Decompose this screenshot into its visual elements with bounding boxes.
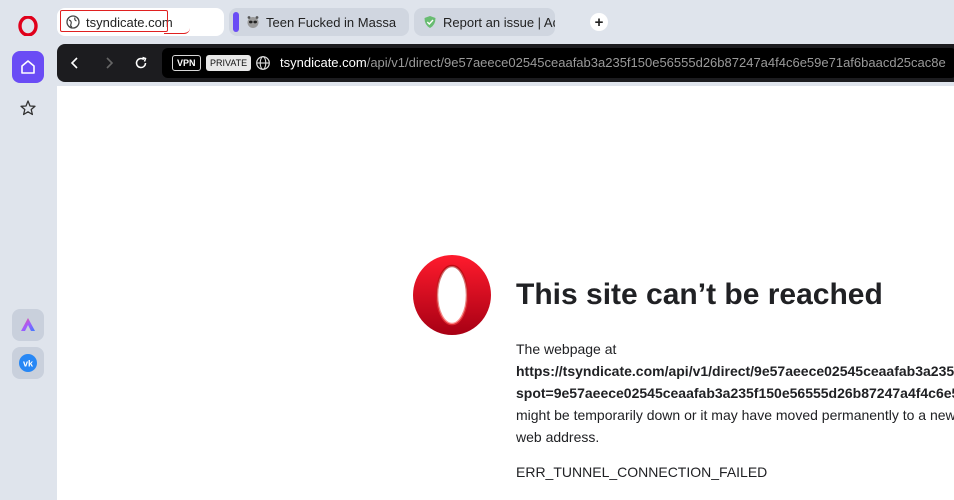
star-icon[interactable] — [12, 92, 44, 124]
tab-second[interactable]: Teen Fucked in Massage P — [229, 8, 409, 36]
sidebar: vk — [0, 0, 54, 500]
tab-label: Teen Fucked in Massage P — [266, 14, 396, 30]
url-text[interactable]: tsyndicate.com/api/v1/direct/9e57aeece02… — [280, 55, 946, 70]
vk-icon[interactable]: vk — [12, 347, 44, 379]
raccoon-icon — [245, 14, 261, 30]
tab-adguard[interactable]: Report an issue | AdGuard — [414, 8, 555, 36]
opera-logo-icon[interactable] — [14, 12, 42, 40]
aria-icon[interactable] — [12, 309, 44, 341]
error-code: ERR_TUNNEL_CONNECTION_FAILED — [516, 464, 768, 480]
new-tab-button[interactable]: + — [590, 13, 608, 31]
adguard-shield-icon — [422, 14, 438, 30]
tab-tsyndicate[interactable]: tsyndicate.com — [57, 8, 224, 36]
url-path: /api/v1/direct/9e57aeece02545ceaafab3a23… — [366, 55, 946, 70]
error-url-line-2: spot=9e57aeece02545ceaafab3a235f150e5655… — [516, 385, 954, 401]
error-explanation: might be temporarily down or it may have… — [516, 407, 954, 445]
tab-label: tsyndicate.com — [86, 14, 173, 30]
vpn-badge[interactable]: VPN — [172, 55, 201, 71]
error-intro: The webpage at — [516, 341, 617, 357]
tab-label: Report an issue | AdGuard — [443, 14, 555, 30]
error-url-line-1: https://tsyndicate.com/api/v1/direct/9e5… — [516, 363, 954, 379]
address-bar[interactable]: VPN PRIVATE tsyndicate.com/api/v1/direct… — [162, 48, 954, 78]
forward-button[interactable] — [99, 53, 119, 73]
globe-icon — [65, 14, 81, 30]
reload-button[interactable] — [131, 53, 151, 73]
svg-text:vk: vk — [23, 359, 34, 369]
home-icon[interactable] — [12, 51, 44, 83]
error-description: The webpage at https://tsyndicate.com/ap… — [516, 338, 954, 448]
back-button[interactable] — [65, 53, 85, 73]
error-title: This site can’t be reached — [516, 278, 883, 311]
private-badge: PRIVATE — [206, 55, 252, 71]
site-info-globe-icon[interactable] — [255, 55, 271, 71]
page-content: This site can’t be reached The webpage a… — [57, 86, 954, 500]
tab-group-marker — [233, 12, 239, 32]
url-host: tsyndicate.com — [280, 55, 367, 70]
opera-logo-icon — [411, 254, 493, 336]
address-toolbar: VPN PRIVATE tsyndicate.com/api/v1/direct… — [57, 44, 954, 82]
